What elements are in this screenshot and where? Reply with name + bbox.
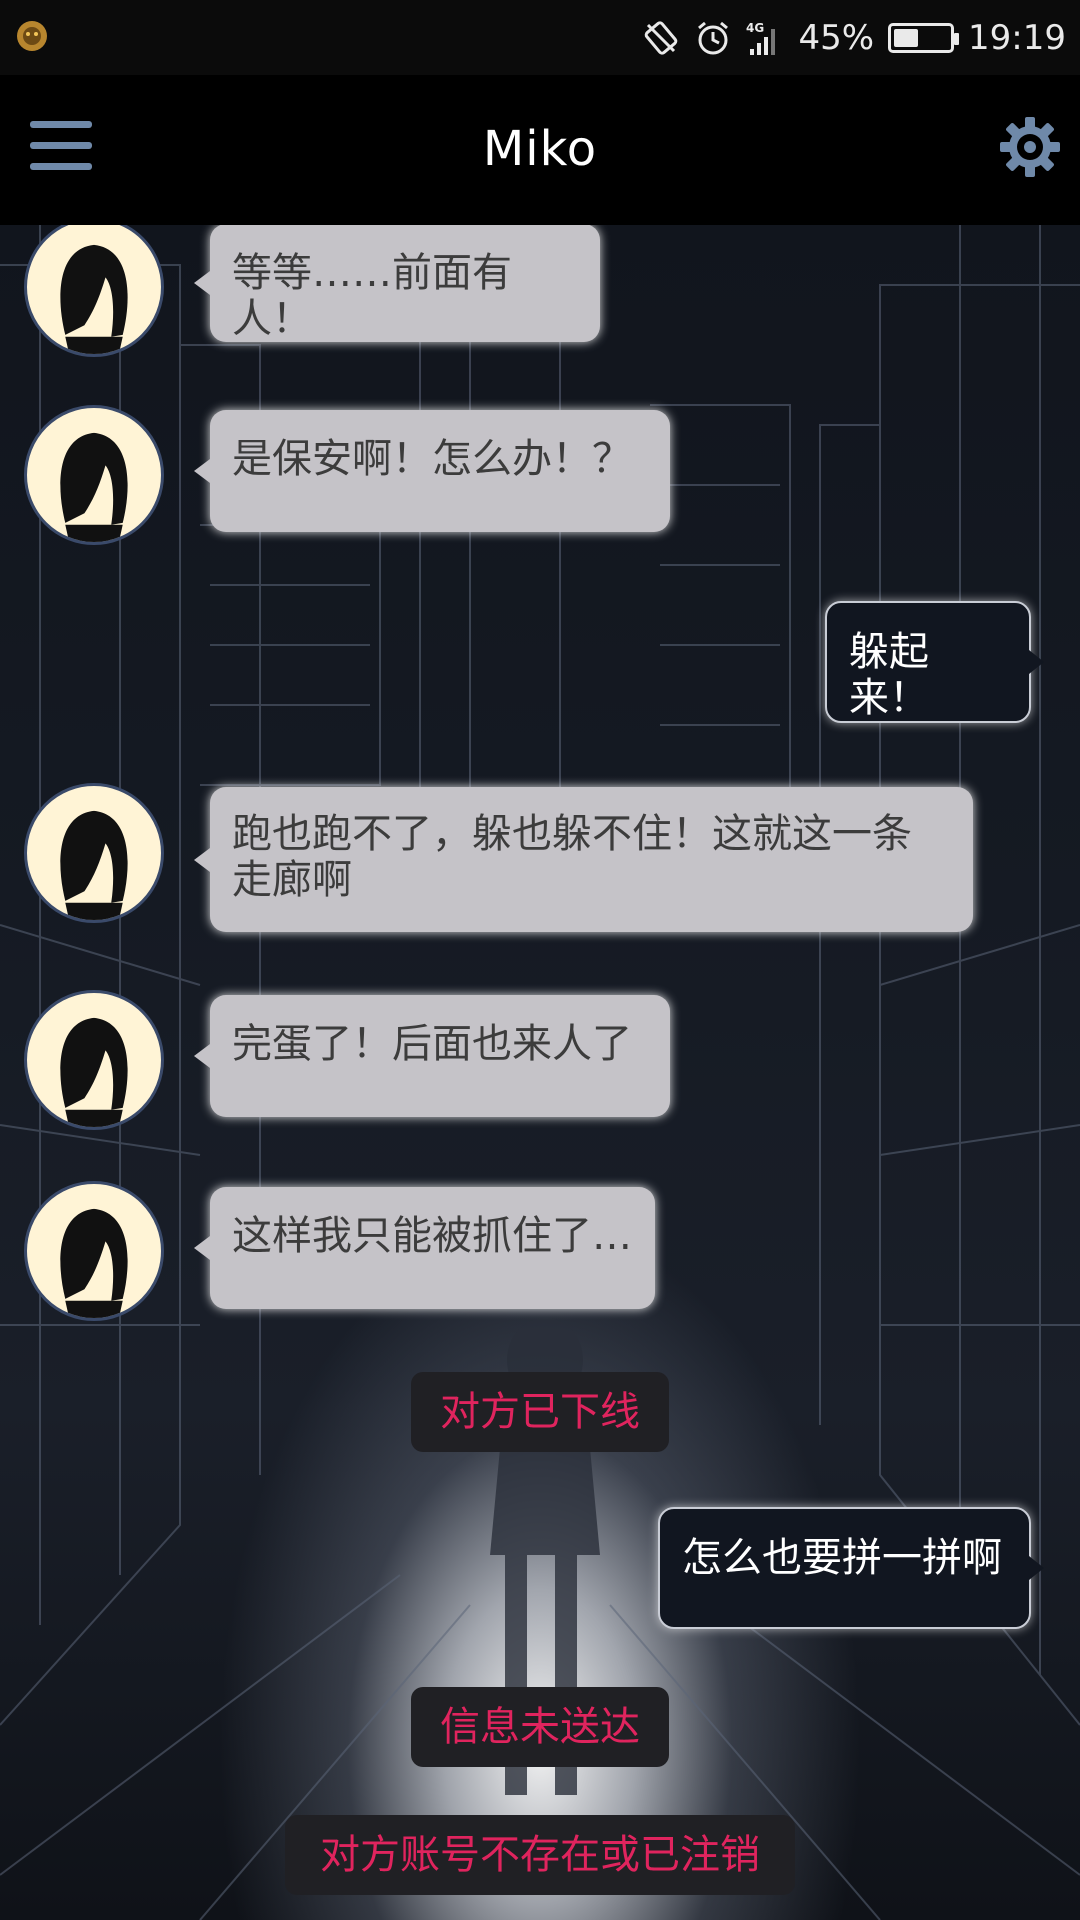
gear-icon[interactable] [998, 115, 1062, 179]
message-text: 是保安啊！怎么办！？ [232, 436, 632, 482]
avatar[interactable] [24, 990, 164, 1130]
chat-title: Miko [482, 121, 598, 177]
app-notification-icon [17, 21, 47, 51]
avatar-silhouette-icon [60, 1017, 128, 1127]
system-notice: 对方账号不存在或已注销 [285, 1815, 795, 1895]
battery-icon [888, 22, 960, 53]
message-text: 完蛋了！后面也来人了 [232, 1021, 632, 1067]
svg-text:4G: 4G [746, 21, 764, 35]
message-bubble[interactable]: 是保安啊！怎么办！？ [194, 410, 670, 532]
avatar-silhouette-icon [60, 810, 128, 920]
avatar-silhouette-icon [60, 1208, 128, 1318]
signal-4g-icon: 4G [746, 21, 776, 55]
status-bar: 4G 45% 19:19 [0, 0, 1080, 75]
avatar[interactable] [24, 1181, 164, 1321]
system-notice-text: 信息未送达 [440, 1704, 640, 1750]
rotation-lock-icon [645, 20, 678, 55]
system-notice-text: 对方已下线 [440, 1389, 640, 1435]
status-icons: 4G 45% 19:19 [642, 0, 1066, 75]
avatar[interactable] [24, 783, 164, 923]
alarm-icon [698, 21, 729, 54]
message-text: 跑也跑不了，躲也躲不住！这就这一条走廊啊 [232, 811, 912, 903]
message-text: 这样我只能被抓住了… [232, 1213, 632, 1259]
system-notice: 信息未送达 [411, 1687, 669, 1767]
battery-fill [894, 28, 919, 47]
message-bubble[interactable]: 完蛋了！后面也来人了 [194, 995, 670, 1117]
avatar-silhouette-icon [60, 432, 128, 542]
message-text: 怎么也要拼一拼啊 [682, 1535, 1002, 1581]
message-text: 躲起来！ [849, 629, 929, 721]
message-bubble[interactable]: 等等……前面有人！ [194, 225, 600, 342]
status-time: 19:19 [968, 17, 1066, 58]
battery-percent: 45% [798, 17, 875, 58]
message-bubble[interactable]: 这样我只能被抓住了… [194, 1187, 655, 1309]
message-bubble-outgoing[interactable]: 怎么也要拼一拼啊 [658, 1507, 1044, 1629]
app-bar: Miko [0, 75, 1080, 225]
message-bubble-outgoing[interactable]: 躲起来！ [825, 601, 1044, 723]
system-notice-text: 对方账号不存在或已注销 [320, 1832, 760, 1878]
chat-area[interactable]: 等等……前面有人！ 是保安啊！怎么办！？ 躲起来！ 跑也跑不了，躲也躲不住！这就… [0, 225, 1080, 1920]
avatar[interactable] [24, 405, 164, 545]
message-bubble[interactable]: 跑也跑不了，躲也躲不住！这就这一条走廊啊 [194, 787, 973, 932]
message-text: 等等……前面有人！ [232, 250, 512, 342]
avatar-silhouette-icon [60, 244, 128, 354]
system-notice: 对方已下线 [411, 1372, 669, 1452]
